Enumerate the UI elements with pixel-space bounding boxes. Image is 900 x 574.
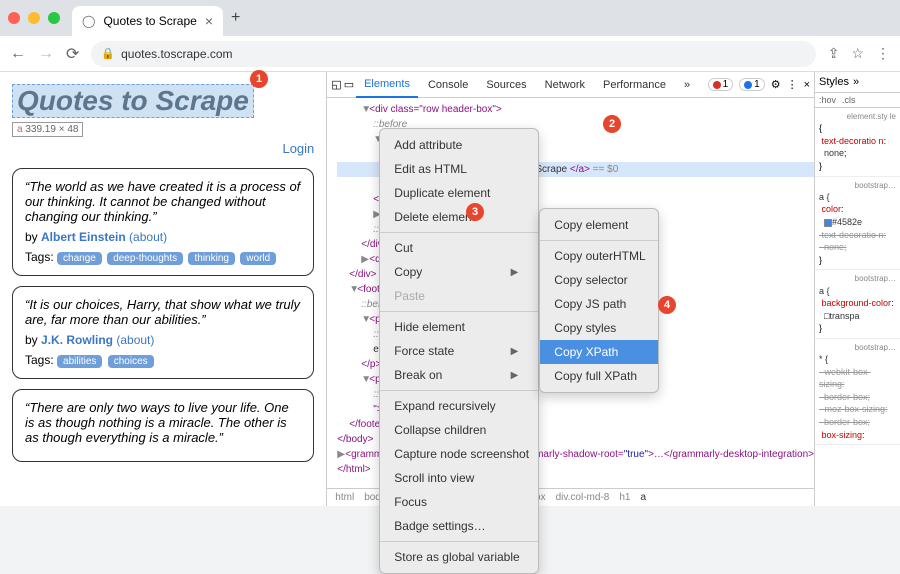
author-link[interactable]: Albert Einstein [41, 230, 126, 244]
ctx-copy-outerhtml[interactable]: Copy outerHTML [540, 244, 658, 268]
styles-pane: Styles » :hov.cls element.sty le { text-… [814, 72, 900, 506]
forward-button[interactable]: → [38, 45, 54, 63]
context-menu: Add attribute Edit as HTML Duplicate ele… [379, 128, 539, 574]
tab-console[interactable]: Console [420, 72, 476, 98]
element-dimensions-tooltip: a 339.19 × 48 [12, 122, 83, 137]
ctx-copy-selector[interactable]: Copy selector [540, 268, 658, 292]
quote-author-line: by Albert Einstein (about) [25, 230, 301, 244]
settings-icon[interactable]: ⚙ [771, 78, 781, 91]
ctx-delete[interactable]: Delete element [380, 205, 538, 229]
tag[interactable]: choices [108, 355, 154, 368]
menu-icon[interactable]: ⋮ [876, 45, 890, 62]
quote-text: “There are only two ways to live your li… [25, 400, 301, 445]
info-count-badge[interactable]: 1 [739, 78, 765, 91]
error-count-badge[interactable]: 1 [708, 78, 734, 91]
page-title[interactable]: Quotes to Scrape [12, 84, 254, 118]
author-link[interactable]: J.K. Rowling [41, 333, 113, 347]
tabs-overflow[interactable]: » [676, 72, 698, 98]
reload-button[interactable]: ⟳ [66, 44, 79, 64]
callout-2: 2 [603, 115, 621, 133]
devtools-tabs: ◱ ▭ Elements Console Sources Network Per… [327, 72, 814, 98]
cls-toggle[interactable]: .cls [842, 95, 856, 105]
webpage-viewport: Quotes to Scrape a 339.19 × 48 Login “Th… [0, 72, 326, 506]
ctx-collapse[interactable]: Collapse children [380, 418, 538, 442]
inspect-icon[interactable]: ◱ [331, 78, 341, 91]
quote-card: “The world as we have created it is a pr… [12, 168, 314, 276]
copy-submenu: Copy element Copy outerHTML Copy selecto… [539, 208, 659, 393]
ctx-copy-element[interactable]: Copy element [540, 213, 658, 237]
ctx-copy-xpath[interactable]: Copy XPath [540, 340, 658, 364]
dom-tree[interactable]: ▼<div class="row header-box"> ::before ▼… [327, 98, 814, 488]
close-icon[interactable]: × [804, 79, 810, 91]
about-link[interactable]: (about) [129, 230, 167, 244]
styles-title[interactable]: Styles [819, 76, 849, 88]
quote-text: “The world as we have created it is a pr… [25, 179, 301, 224]
tag[interactable]: world [240, 252, 276, 265]
browser-tab[interactable]: ◯ Quotes to Scrape × [72, 6, 223, 36]
tab-sources[interactable]: Sources [478, 72, 534, 98]
ctx-focus[interactable]: Focus [380, 490, 538, 514]
tab-title: Quotes to Scrape [103, 14, 196, 28]
ctx-edit-html[interactable]: Edit as HTML [380, 157, 538, 181]
close-dot[interactable] [8, 12, 20, 24]
url-text: quotes.toscrape.com [121, 47, 232, 61]
callout-1: 1 [250, 70, 268, 88]
ctx-add-attribute[interactable]: Add attribute [380, 133, 538, 157]
quote-text: “It is our choices, Harry, that show wha… [25, 297, 301, 327]
quote-card: “It is our choices, Harry, that show wha… [12, 286, 314, 379]
lock-icon: 🔒 [101, 47, 115, 60]
devtools-panel: ◱ ▭ Elements Console Sources Network Per… [326, 72, 900, 506]
address-bar: ← → ⟳ 🔒 quotes.toscrape.com ⇪ ☆ ⋮ [0, 36, 900, 72]
ctx-copy-jspath[interactable]: Copy JS path [540, 292, 658, 316]
chevron-right-icon: ▶ [511, 368, 519, 383]
more-icon[interactable]: ⋮ [787, 78, 798, 91]
chevron-right-icon[interactable]: » [853, 76, 859, 88]
tab-performance[interactable]: Performance [595, 72, 674, 98]
ctx-scroll[interactable]: Scroll into view [380, 466, 538, 490]
ctx-store[interactable]: Store as global variable [380, 545, 538, 569]
minimize-dot[interactable] [28, 12, 40, 24]
back-button[interactable]: ← [10, 45, 26, 63]
url-input[interactable]: 🔒 quotes.toscrape.com [91, 41, 815, 67]
chevron-right-icon: ▶ [511, 344, 519, 359]
chevron-right-icon: ▶ [511, 265, 519, 280]
ctx-duplicate[interactable]: Duplicate element [380, 181, 538, 205]
hov-toggle[interactable]: :hov [819, 95, 836, 105]
color-swatch[interactable] [824, 219, 832, 227]
ctx-break-on[interactable]: Break on▶ [380, 363, 538, 387]
callout-4: 4 [658, 296, 676, 314]
tab-network[interactable]: Network [537, 72, 593, 98]
share-icon[interactable]: ⇪ [828, 45, 840, 62]
ctx-badge[interactable]: Badge settings… [380, 514, 538, 538]
ctx-cut[interactable]: Cut [380, 236, 538, 260]
globe-icon: ◯ [82, 14, 95, 28]
login-link[interactable]: Login [12, 141, 314, 156]
ctx-expand[interactable]: Expand recursively [380, 394, 538, 418]
ctx-copy-fullxpath[interactable]: Copy full XPath [540, 364, 658, 388]
tag[interactable]: deep-thoughts [107, 252, 183, 265]
tag[interactable]: thinking [188, 252, 234, 265]
ctx-copy-styles[interactable]: Copy styles [540, 316, 658, 340]
device-icon[interactable]: ▭ [344, 78, 354, 91]
tag[interactable]: abilities [57, 355, 102, 368]
ctx-hide[interactable]: Hide element [380, 315, 538, 339]
new-tab-button[interactable]: + [231, 9, 240, 27]
tab-elements[interactable]: Elements [356, 72, 418, 98]
tag[interactable]: change [57, 252, 102, 265]
quote-card: “There are only two ways to live your li… [12, 389, 314, 462]
ctx-paste: Paste [380, 284, 538, 308]
about-link[interactable]: (about) [116, 333, 154, 347]
window-titlebar: ◯ Quotes to Scrape × + [0, 0, 900, 36]
star-icon[interactable]: ☆ [851, 45, 864, 62]
maximize-dot[interactable] [48, 12, 60, 24]
ctx-copy[interactable]: Copy▶ [380, 260, 538, 284]
traffic-lights [8, 12, 60, 24]
ctx-screenshot[interactable]: Capture node screenshot [380, 442, 538, 466]
ctx-force-state[interactable]: Force state▶ [380, 339, 538, 363]
callout-3: 3 [466, 203, 484, 221]
close-icon[interactable]: × [205, 13, 213, 29]
